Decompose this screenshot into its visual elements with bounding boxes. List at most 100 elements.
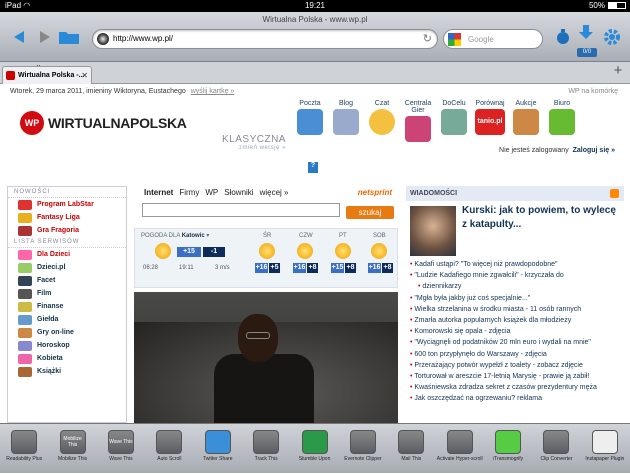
- featured-photo[interactable]: [134, 292, 398, 423]
- news-item[interactable]: Wielka strzelanina w środku miasta - 11 …: [410, 304, 624, 315]
- stopwatch-icon[interactable]: [555, 28, 571, 46]
- sidebar-item-ksiazki[interactable]: Książki: [8, 365, 126, 378]
- sidebar-item-horoskop[interactable]: Horoskop: [8, 339, 126, 352]
- sun-icon: [297, 243, 313, 259]
- sidebar-item-film[interactable]: Film: [8, 287, 126, 300]
- news-item[interactable]: "Mgła była jakby już coś specjalnie...": [410, 293, 624, 304]
- tab-slowniki[interactable]: Słowniki: [224, 188, 253, 200]
- track-icon: [253, 430, 280, 454]
- service-aukcje[interactable]: Aukcje: [508, 100, 544, 142]
- top-news-link[interactable]: Kurski: jak to powiem, to wylecę z katap…: [462, 204, 622, 232]
- sidebar-item-dla-dzieci[interactable]: Dla Dzieci: [8, 248, 126, 261]
- search-tabs: Internet Firmy WP Słowniki więcej » nets…: [134, 186, 398, 200]
- sidebar-item-facet[interactable]: Facet: [8, 274, 126, 287]
- status-time: 19:21: [304, 1, 326, 10]
- service-docelu[interactable]: DoCelu: [436, 100, 472, 142]
- news-item[interactable]: Przerażający potwór wypełzł z toalety - …: [410, 360, 624, 371]
- news-item[interactable]: dziennikarzy: [410, 281, 624, 292]
- sidebar-item-gry[interactable]: Gry on-line: [8, 326, 126, 339]
- wave-icon: Wave This: [107, 430, 134, 454]
- sun-icon: [259, 243, 275, 259]
- sidebar-item-finanse[interactable]: Finanse: [8, 300, 126, 313]
- news-photo[interactable]: [410, 206, 456, 256]
- news-heading: WIADOMOŚCI: [406, 186, 624, 201]
- news-item[interactable]: "Wyciągnęli od podatników 20 mln euro i …: [410, 337, 624, 348]
- sunrise-time: 06:28: [143, 265, 159, 271]
- news-item[interactable]: Kwaśniewska zdradza sekret z czasów prez…: [410, 382, 624, 393]
- search-button[interactable]: szukaj: [346, 206, 394, 219]
- google-icon: [448, 33, 461, 46]
- service-centrala-gier[interactable]: Centrala Gier: [400, 100, 436, 142]
- news-item[interactable]: Kadafi ustąpi? "To więcej niż prawdopodo…: [410, 259, 624, 270]
- login-link[interactable]: Zaloguj się »: [573, 147, 615, 154]
- news-column: WIADOMOŚCI Kurski: jak to powiem, to wyl…: [406, 186, 624, 423]
- city-select[interactable]: Katowic: [182, 233, 205, 239]
- service-blog[interactable]: Blog: [328, 100, 364, 142]
- version-label: KLASYCZNA zmień wersję »: [222, 134, 286, 151]
- itransmogrify-button[interactable]: iTransmogrify: [484, 424, 532, 474]
- tab-firmy[interactable]: Firmy: [179, 188, 199, 200]
- weather-header: POGODA DLA Katowic ▾: [141, 233, 210, 239]
- readability-plus-button[interactable]: Readability Plus: [0, 424, 48, 474]
- tab-wp[interactable]: WP: [205, 188, 218, 200]
- mail-this-button[interactable]: Mail This: [387, 424, 435, 474]
- sidebar-item-gielda[interactable]: Giełda: [8, 313, 126, 326]
- reload-icon[interactable]: ↻: [423, 32, 432, 45]
- track-this-button[interactable]: Track This: [242, 424, 290, 474]
- wp-search-input[interactable]: [142, 203, 340, 217]
- sidebar-item-fantasy-liga[interactable]: Fantasy Liga: [8, 211, 126, 224]
- change-version-link[interactable]: zmień wersję »: [222, 145, 286, 151]
- twitter-share-button[interactable]: Twitter Share: [194, 424, 242, 474]
- favicon-icon: [6, 71, 15, 80]
- rss-icon[interactable]: [610, 189, 619, 198]
- sidebar-item-fragoria[interactable]: Gra Fragoria: [8, 224, 126, 237]
- services-row: Poczta Blog Czat Centrala Gier DoCelu Po…: [292, 100, 580, 142]
- tab-wiecej[interactable]: więcej »: [260, 188, 289, 200]
- add-tab-icon[interactable]: +: [609, 62, 627, 82]
- search-field[interactable]: Google: [443, 29, 543, 49]
- close-tab-icon[interactable]: ✕: [81, 71, 88, 80]
- download-icon[interactable]: [578, 24, 594, 42]
- hyper-scroll-button[interactable]: Activate Hyper-scroll: [436, 424, 484, 474]
- gear-icon[interactable]: [603, 28, 621, 46]
- wave-this-button[interactable]: Wave This Wave This: [97, 424, 145, 474]
- evernote-icon: [349, 430, 376, 454]
- tab-internet[interactable]: Internet: [144, 188, 173, 200]
- sidebar-item-kobieta[interactable]: Kobieta: [8, 352, 126, 365]
- tab-strip: ⌄ Wirtualna Polska -... ✕ +: [0, 60, 630, 84]
- evernote-clipper-button[interactable]: Evernote Clipper: [339, 424, 387, 474]
- lista-heading: LISTA SERWISÓW: [8, 237, 126, 248]
- auto-scroll-button[interactable]: Auto Scroll: [145, 424, 193, 474]
- tab-wirtualna-polska[interactable]: Wirtualna Polska -... ✕: [2, 66, 92, 84]
- news-item[interactable]: Torturował w areszcie 17-letnią Marysię …: [410, 371, 624, 382]
- stumble-upon-button[interactable]: Stumble Upon: [290, 424, 338, 474]
- url-field[interactable]: http://www.wp.pl/ ↻: [92, 29, 438, 49]
- send-card-link[interactable]: wyślij kartkę »: [191, 88, 235, 95]
- service-czat[interactable]: Czat: [364, 100, 400, 142]
- news-item[interactable]: 600 ton przypłynęło do Warszawy - zdjęci…: [410, 349, 624, 360]
- clip-converter-button[interactable]: Clip Converter: [532, 424, 580, 474]
- back-arrow-icon[interactable]: [10, 28, 28, 46]
- wp-logo[interactable]: WP WIRTUALNAPOLSKA: [20, 110, 187, 136]
- news-item[interactable]: Komorowski się opala - zdjęcia: [410, 326, 624, 337]
- mobile-link[interactable]: WP na komórkę: [568, 88, 618, 95]
- news-item[interactable]: "Ludzie Kadafiego mnie zgwałcili" - krzy…: [410, 270, 624, 281]
- sidebar-item-dzieci[interactable]: Dzieci.pl: [8, 261, 126, 274]
- service-poczta[interactable]: Poczta: [292, 100, 328, 142]
- folder-icon[interactable]: [58, 28, 80, 46]
- mobilize-this-button[interactable]: Mobilize This Mobilize This: [48, 424, 96, 474]
- service-porownaj[interactable]: Porównaj tanio.pl: [472, 100, 508, 142]
- chat-icon: [369, 109, 395, 135]
- news-item[interactable]: Zmarła autorka popularnych książek dla m…: [410, 315, 624, 326]
- forward-arrow-icon[interactable]: [36, 28, 54, 46]
- tree-icon: [549, 109, 575, 135]
- window-title: Wirtualna Polska - www.wp.pl: [262, 15, 368, 24]
- auction-icon: [513, 109, 539, 135]
- twitter-icon: [204, 430, 231, 454]
- instapaper-button[interactable]: Instapaper Plugin: [581, 424, 629, 474]
- sidebar-item-labstar[interactable]: Program LabStar: [8, 198, 126, 211]
- service-biuro[interactable]: Biuro: [544, 100, 580, 142]
- battery-indicator: 50%: [589, 1, 626, 10]
- news-item[interactable]: Jak oszczędzać na ogrzewaniu? reklama: [410, 393, 624, 404]
- help-icon[interactable]: ?: [308, 162, 318, 173]
